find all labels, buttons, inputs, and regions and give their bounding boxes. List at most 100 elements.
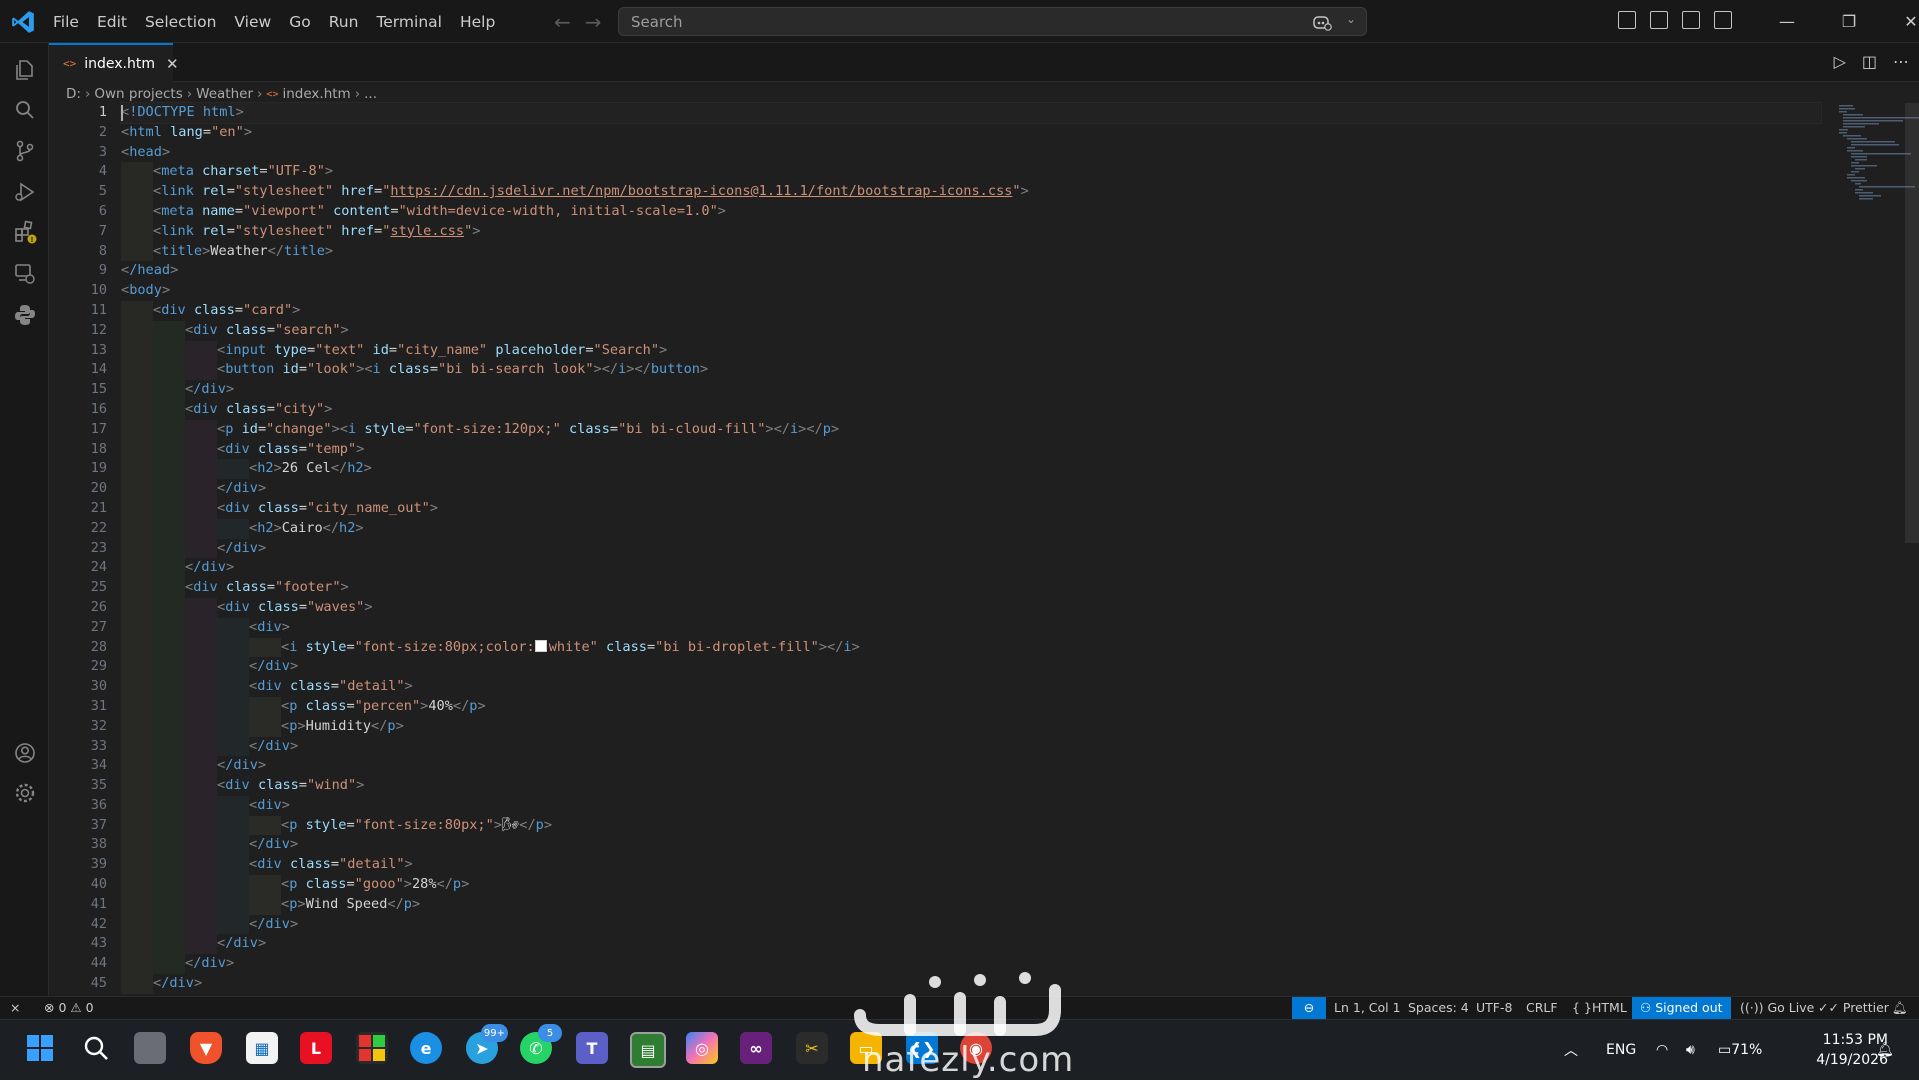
end-of-line[interactable]: CRLF [1526,997,1558,1019]
menu-selection[interactable]: Selection [136,13,225,31]
menu-help[interactable]: Help [451,13,504,31]
code-line[interactable]: </head> [121,261,1821,281]
code-line[interactable]: <div> [121,617,1821,638]
brave-browser-icon[interactable]: ▼ [190,1032,222,1064]
task-view-icon[interactable] [134,1032,166,1064]
edge-browser-icon[interactable]: e [410,1032,442,1064]
code-line[interactable]: <title>Weather</title> [121,241,1821,262]
notification-center-icon[interactable]: 🔔︎ [1876,1020,1894,1080]
code-line[interactable]: </div> [121,974,1821,994]
code-line[interactable]: <h2>26 Cel</h2> [121,459,1821,480]
input-language[interactable]: ENG [1606,1020,1636,1080]
stylesheet-link[interactable]: https://cdn.jsdelivr.net/npm/bootstrap-i… [390,183,1012,199]
menu-terminal[interactable]: Terminal [367,13,451,31]
command-center-search[interactable]: Search ⌄ [618,7,1367,36]
python-icon[interactable] [12,302,38,328]
toggle-primary-sidebar-icon[interactable] [1650,11,1668,29]
close-icon[interactable]: ✕ [1880,0,1919,43]
more-actions-icon[interactable]: ⋯ [1893,52,1909,71]
show-hidden-icons-icon[interactable]: ︿ [1564,1020,1578,1080]
vscode-taskbar-icon[interactable]: ❮❯ [906,1032,938,1064]
code-line[interactable]: </div> [121,954,1821,975]
code-line[interactable]: <div class="search"> [121,320,1821,341]
code-line[interactable]: <input type="text" id="city_name" placeh… [121,340,1821,361]
breadcrumb-own-projects[interactable]: Own projects [94,86,182,102]
code-line[interactable]: </div> [121,934,1821,955]
volume-icon[interactable]: 🔊︎ [1686,1020,1695,1080]
code-line[interactable]: </div> [121,558,1821,579]
code-line[interactable]: <p class="gooo">28%</p> [121,875,1821,895]
whatsapp-icon[interactable]: ✆ 5 [520,1024,562,1064]
settings-gear-icon[interactable] [12,780,38,806]
copilot-app-icon[interactable]: ◎ [686,1032,718,1064]
snipping-tool-icon[interactable]: ✂ [796,1032,828,1064]
code-line[interactable]: <head> [121,143,1821,163]
code-line[interactable]: <p style="font-size:80px;">🌬</p> [121,815,1821,836]
code-line[interactable]: </div> [121,756,1821,777]
code-line[interactable]: <h2>Cairo</h2> [121,518,1821,539]
code-line[interactable]: </div> [121,657,1821,678]
battery-indicator[interactable]: ▭ 71% [1718,1020,1762,1080]
minimize-icon[interactable]: — [1756,0,1818,43]
teams-icon[interactable]: T [576,1032,608,1064]
taskbar-search-icon[interactable] [80,1032,112,1064]
code-line[interactable]: </div> [121,835,1821,856]
code-line[interactable]: </div> [121,736,1821,757]
code-line[interactable]: </div> [121,538,1821,559]
cursor-position[interactable]: Ln 1, Col 1 [1334,997,1401,1019]
style-css-link[interactable]: style.css [390,223,464,239]
run-debug-icon[interactable] [12,179,38,205]
color-swatch[interactable] [534,639,547,652]
office-apps-icon[interactable] [356,1032,388,1064]
code-line[interactable]: <html lang="en"> [121,123,1821,143]
monitor-app-icon[interactable]: ▤ [630,1032,666,1068]
copilot-icon[interactable] [1312,12,1332,32]
restore-icon[interactable]: ❐ [1818,0,1880,43]
code-editor[interactable]: 1 2 3 4 5 6 7 8 9 10 11 12 13 14 15 16 17 18 19 20 21 22 23 24 2… [49,102,1919,994]
chrome-icon[interactable]: ◉ [960,1032,992,1064]
code-line[interactable]: <button id="look"><i class="bi bi-search… [121,360,1821,381]
code-line[interactable]: <div class="temp"> [121,439,1821,460]
code-line[interactable]: <meta charset="UTF-8"> [121,162,1821,183]
lingo-app-icon[interactable]: L [300,1032,332,1064]
split-editor-icon[interactable]: ◫ [1862,52,1877,71]
indentation[interactable]: Spaces: 4 [1408,997,1469,1019]
visual-studio-icon[interactable]: ∞ [740,1032,772,1064]
code-line[interactable]: <p class="percen">40%</p> [121,696,1821,717]
code-line[interactable]: <div class="footer"> [121,578,1821,598]
microsoft-store-icon[interactable]: ▦ [246,1032,278,1064]
code-line[interactable]: <i style="font-size:80px;color: white" cl… [121,637,1821,658]
code-line[interactable]: </div> [121,914,1821,935]
menu-view[interactable]: View [225,13,280,31]
zoom-icon[interactable]: ⊖ [1292,997,1326,1019]
forward-arrow-icon[interactable]: → [585,10,602,34]
code-line[interactable]: <p id="change"><i style="font-size:120px… [121,419,1821,440]
code-line[interactable]: <link rel="stylesheet" href="style.css"> [121,221,1821,242]
code-line[interactable]: <div class="city_name_out"> [121,498,1821,519]
extensions-icon[interactable]: ! [12,219,38,245]
code-line[interactable]: <div class="detail"> [121,677,1821,697]
code-line[interactable]: <meta name="viewport" content="width=dev… [121,201,1821,222]
menu-file[interactable]: File [44,13,88,31]
code-line[interactable]: <body> [121,281,1821,301]
start-menu-icon[interactable] [24,1032,56,1064]
code-line[interactable]: </div> [121,479,1821,499]
menu-run[interactable]: Run [320,13,368,31]
code-line[interactable]: <div class="wind"> [121,776,1821,796]
run-icon[interactable]: ▷ [1834,52,1846,71]
account-status[interactable]: ⚇ Signed out [1632,997,1731,1019]
chevron-down-icon[interactable]: ⌄ [1346,12,1356,26]
vertical-scrollbar[interactable] [1905,103,1919,543]
menu-go[interactable]: Go [280,13,320,31]
problems-indicator[interactable]: ⊗ 0 ⚠ 0 [44,997,94,1019]
code-line[interactable]: <link rel="stylesheet" href="https://cdn… [121,182,1821,202]
breadcrumb-weather[interactable]: Weather [196,86,253,102]
tab-index-htm[interactable]: <> index.htm ✕ [49,43,179,82]
back-arrow-icon[interactable]: ← [554,10,571,34]
remote-indicator-icon[interactable]: ⨯ [10,997,20,1019]
toggle-panel-icon[interactable] [1682,11,1700,29]
explorer-icon[interactable] [12,57,38,83]
code-line[interactable]: </div> [121,380,1821,400]
toggle-secondary-sidebar-icon[interactable] [1714,11,1732,29]
tab-close-icon[interactable]: ✕ [166,55,179,73]
